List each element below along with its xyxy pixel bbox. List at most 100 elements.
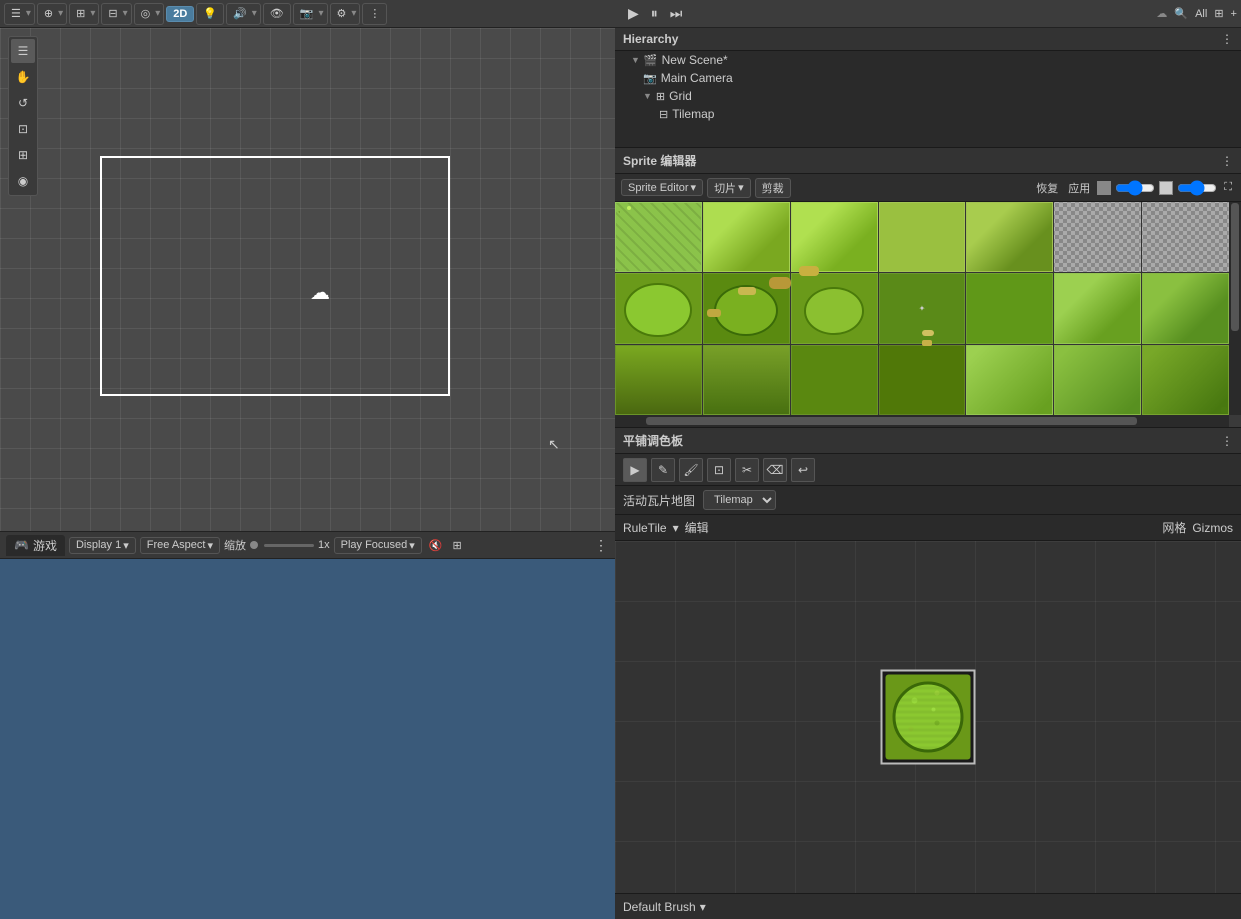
- game-toolbar: Display 1 ▾ Free Aspect ▾ 缩放 1x Play Foc…: [69, 537, 609, 554]
- hierarchy-item-tilemap[interactable]: ⊟ Tilemap: [615, 105, 1241, 123]
- slice-btn[interactable]: 切片 ▾: [707, 178, 751, 198]
- display-dropdown[interactable]: Display 1 ▾: [69, 537, 136, 554]
- toolbar-render-btn[interactable]: ◎: [138, 6, 154, 21]
- tool-group-gizmos: ⚙ ▾: [330, 3, 361, 25]
- ruletile-dropdown-arrow[interactable]: ▾: [673, 521, 679, 535]
- scene-viewport[interactable]: ☰ ✋ ↺ ⊡ ⊞ ◉ ☁ ↖: [0, 28, 615, 531]
- toolbar-view-btn[interactable]: ⊕: [41, 6, 56, 21]
- tool-move[interactable]: ☰: [11, 39, 35, 63]
- tilemap-select[interactable]: Tilemap: [703, 490, 776, 510]
- toolbar-grid-btn[interactable]: ⊟: [105, 6, 120, 21]
- tilemap-pick-btn[interactable]: ✂: [735, 458, 759, 482]
- play-button[interactable]: ▶: [623, 3, 644, 24]
- grid-arrow: ▼: [643, 91, 652, 101]
- tool-group-snap: ⊞ ▾: [69, 3, 99, 25]
- tool-transform[interactable]: ◉: [11, 169, 35, 193]
- toolbar-snap-btn[interactable]: ⊞: [73, 6, 88, 21]
- tool-rect[interactable]: ⊞: [11, 143, 35, 167]
- tool-hand[interactable]: ✋: [11, 65, 35, 89]
- camera-label: Main Camera: [661, 71, 733, 85]
- fullscreen-btn[interactable]: ⛶: [1221, 180, 1235, 195]
- tilemap-select-btn[interactable]: ▶: [623, 458, 647, 482]
- toolbar-gizmos-btn[interactable]: ⚙: [334, 6, 350, 21]
- right-panel: Hierarchy ⋮ ▼ 🎬 New Scene* 📷 Main Camera…: [615, 28, 1241, 919]
- tilemap-move-btn[interactable]: ✎: [651, 458, 675, 482]
- tilemap-panel: 平铺调色板 ⋮ ▶ ✎ 🖌 ⊡ ✂ ⌫ ↩ 活动瓦片地图 Tilemap: [615, 428, 1241, 919]
- tile-canvas[interactable]: [615, 541, 1241, 893]
- toolbar-light-btn[interactable]: 💡: [200, 6, 220, 21]
- tilemap-paint-btn[interactable]: 🖌: [679, 458, 703, 482]
- toolbar-transform-btn[interactable]: ☰: [8, 6, 24, 21]
- grid-label-hier: Grid: [669, 89, 692, 103]
- pause-button[interactable]: ⏸: [646, 3, 663, 24]
- sprite-canvas-area[interactable]: ,: [615, 202, 1241, 427]
- apply-btn[interactable]: 应用: [1065, 179, 1093, 197]
- tool-scale[interactable]: ⊡: [11, 117, 35, 141]
- tilemap-undo-btn[interactable]: ↩: [791, 458, 815, 482]
- tool-group-render: ◎ ▾: [134, 3, 165, 25]
- step-button[interactable]: ⏭: [665, 3, 688, 24]
- sprite-scrollbar-vertical[interactable]: [1229, 202, 1241, 415]
- hierarchy-item-camera[interactable]: 📷 Main Camera: [615, 69, 1241, 87]
- hierarchy-title: Hierarchy: [623, 32, 678, 46]
- sprite-editor-dropdown[interactable]: Sprite Editor ▾: [621, 179, 703, 196]
- toolbar-2d-toggle[interactable]: 2D: [166, 6, 194, 22]
- play-controls: ▶ ⏸ ⏭: [623, 3, 687, 24]
- camera-icon: 📷: [643, 72, 657, 85]
- tilemap-box-btn[interactable]: ⊡: [707, 458, 731, 482]
- scene-label: New Scene*: [662, 53, 728, 67]
- zoom-slider-dot[interactable]: [250, 541, 258, 549]
- aspect-dropdown[interactable]: Free Aspect ▾: [140, 537, 220, 554]
- hierarchy-item-scene[interactable]: ▼ 🎬 New Scene*: [615, 51, 1241, 69]
- toolbar-camera-btn[interactable]: 📷: [297, 6, 317, 21]
- play-focused-dropdown[interactable]: Play Focused ▾: [334, 537, 422, 554]
- default-brush-label: Default Brush: [623, 900, 696, 914]
- hierarchy-more-btn[interactable]: ⋮: [1221, 32, 1233, 46]
- brightness-slider[interactable]: [1115, 180, 1155, 196]
- game-audio-btn[interactable]: 🔇: [426, 538, 446, 553]
- tool-rotate[interactable]: ↺: [11, 91, 35, 115]
- game-view-bar: 🎮 游戏 Display 1 ▾ Free Aspect ▾ 缩放 1x: [0, 531, 615, 559]
- hierarchy-header: Hierarchy ⋮: [615, 28, 1241, 51]
- game-view-content: [0, 559, 615, 919]
- tilemap-icon: ⊟: [659, 108, 668, 121]
- gizmos-label: Gizmos: [1192, 521, 1233, 535]
- tilemap-more-btn[interactable]: ⋮: [1221, 434, 1233, 448]
- trim-btn[interactable]: 剪裁: [755, 178, 791, 198]
- sprite-editor-more-btn[interactable]: ⋮: [1221, 154, 1233, 168]
- sprite-editor-panel: Sprite 编辑器 ⋮ Sprite Editor ▾ 切片 ▾ 剪裁 恢复 …: [615, 148, 1241, 428]
- main-layout: ☰ ✋ ↺ ⊡ ⊞ ◉ ☁ ↖ 🎮 游戏 Display 1: [0, 28, 1241, 919]
- game-stats-btn[interactable]: ⊞: [450, 538, 465, 553]
- cursor: ↖: [548, 436, 564, 452]
- search-btn[interactable]: 🔍: [1171, 6, 1191, 21]
- game-tab-label: 游戏: [33, 537, 57, 554]
- revert-btn[interactable]: 恢复: [1033, 179, 1061, 197]
- toolbar-audio-btn[interactable]: 🔊: [230, 6, 250, 21]
- add-label: +: [1231, 8, 1237, 20]
- toolbar-effects-btn[interactable]: 👁: [267, 6, 287, 21]
- color-swatch-2[interactable]: [1159, 181, 1173, 195]
- edit-label: 编辑: [685, 519, 709, 536]
- sprite-scrollbar-horizontal[interactable]: [615, 415, 1229, 427]
- search-scope: All: [1195, 8, 1207, 20]
- cloud-sprite: ☁: [310, 283, 340, 301]
- tool-group-transform: ☰ ▾: [4, 3, 35, 25]
- game-tab[interactable]: 🎮 游戏: [6, 535, 65, 556]
- tilemap-label-hier: Tilemap: [672, 107, 714, 121]
- ruletile-label: RuleTile: [623, 521, 667, 535]
- active-tilemap-label: 活动瓦片地图: [623, 492, 695, 509]
- contrast-slider[interactable]: [1177, 180, 1217, 196]
- add-btn[interactable]: ⊞: [1211, 6, 1226, 21]
- game-more-btn[interactable]: ⋮: [594, 537, 609, 554]
- tool-group-misc: ⋮: [362, 3, 387, 25]
- zoom-slider[interactable]: [264, 544, 314, 547]
- scene-arrow: ▼: [631, 55, 640, 65]
- scene-grid: [0, 28, 615, 531]
- tool-group-grid: ⊟ ▾: [101, 3, 131, 25]
- toolbar-misc-btn[interactable]: ⋮: [366, 6, 383, 21]
- hierarchy-item-grid[interactable]: ▼ ⊞ Grid: [615, 87, 1241, 105]
- zoom-control: 缩放 1x: [224, 537, 330, 553]
- default-brush-dropdown[interactable]: ▾: [700, 900, 706, 914]
- tilemap-erase-btn[interactable]: ⌫: [763, 458, 787, 482]
- color-swatch-1[interactable]: [1097, 181, 1111, 195]
